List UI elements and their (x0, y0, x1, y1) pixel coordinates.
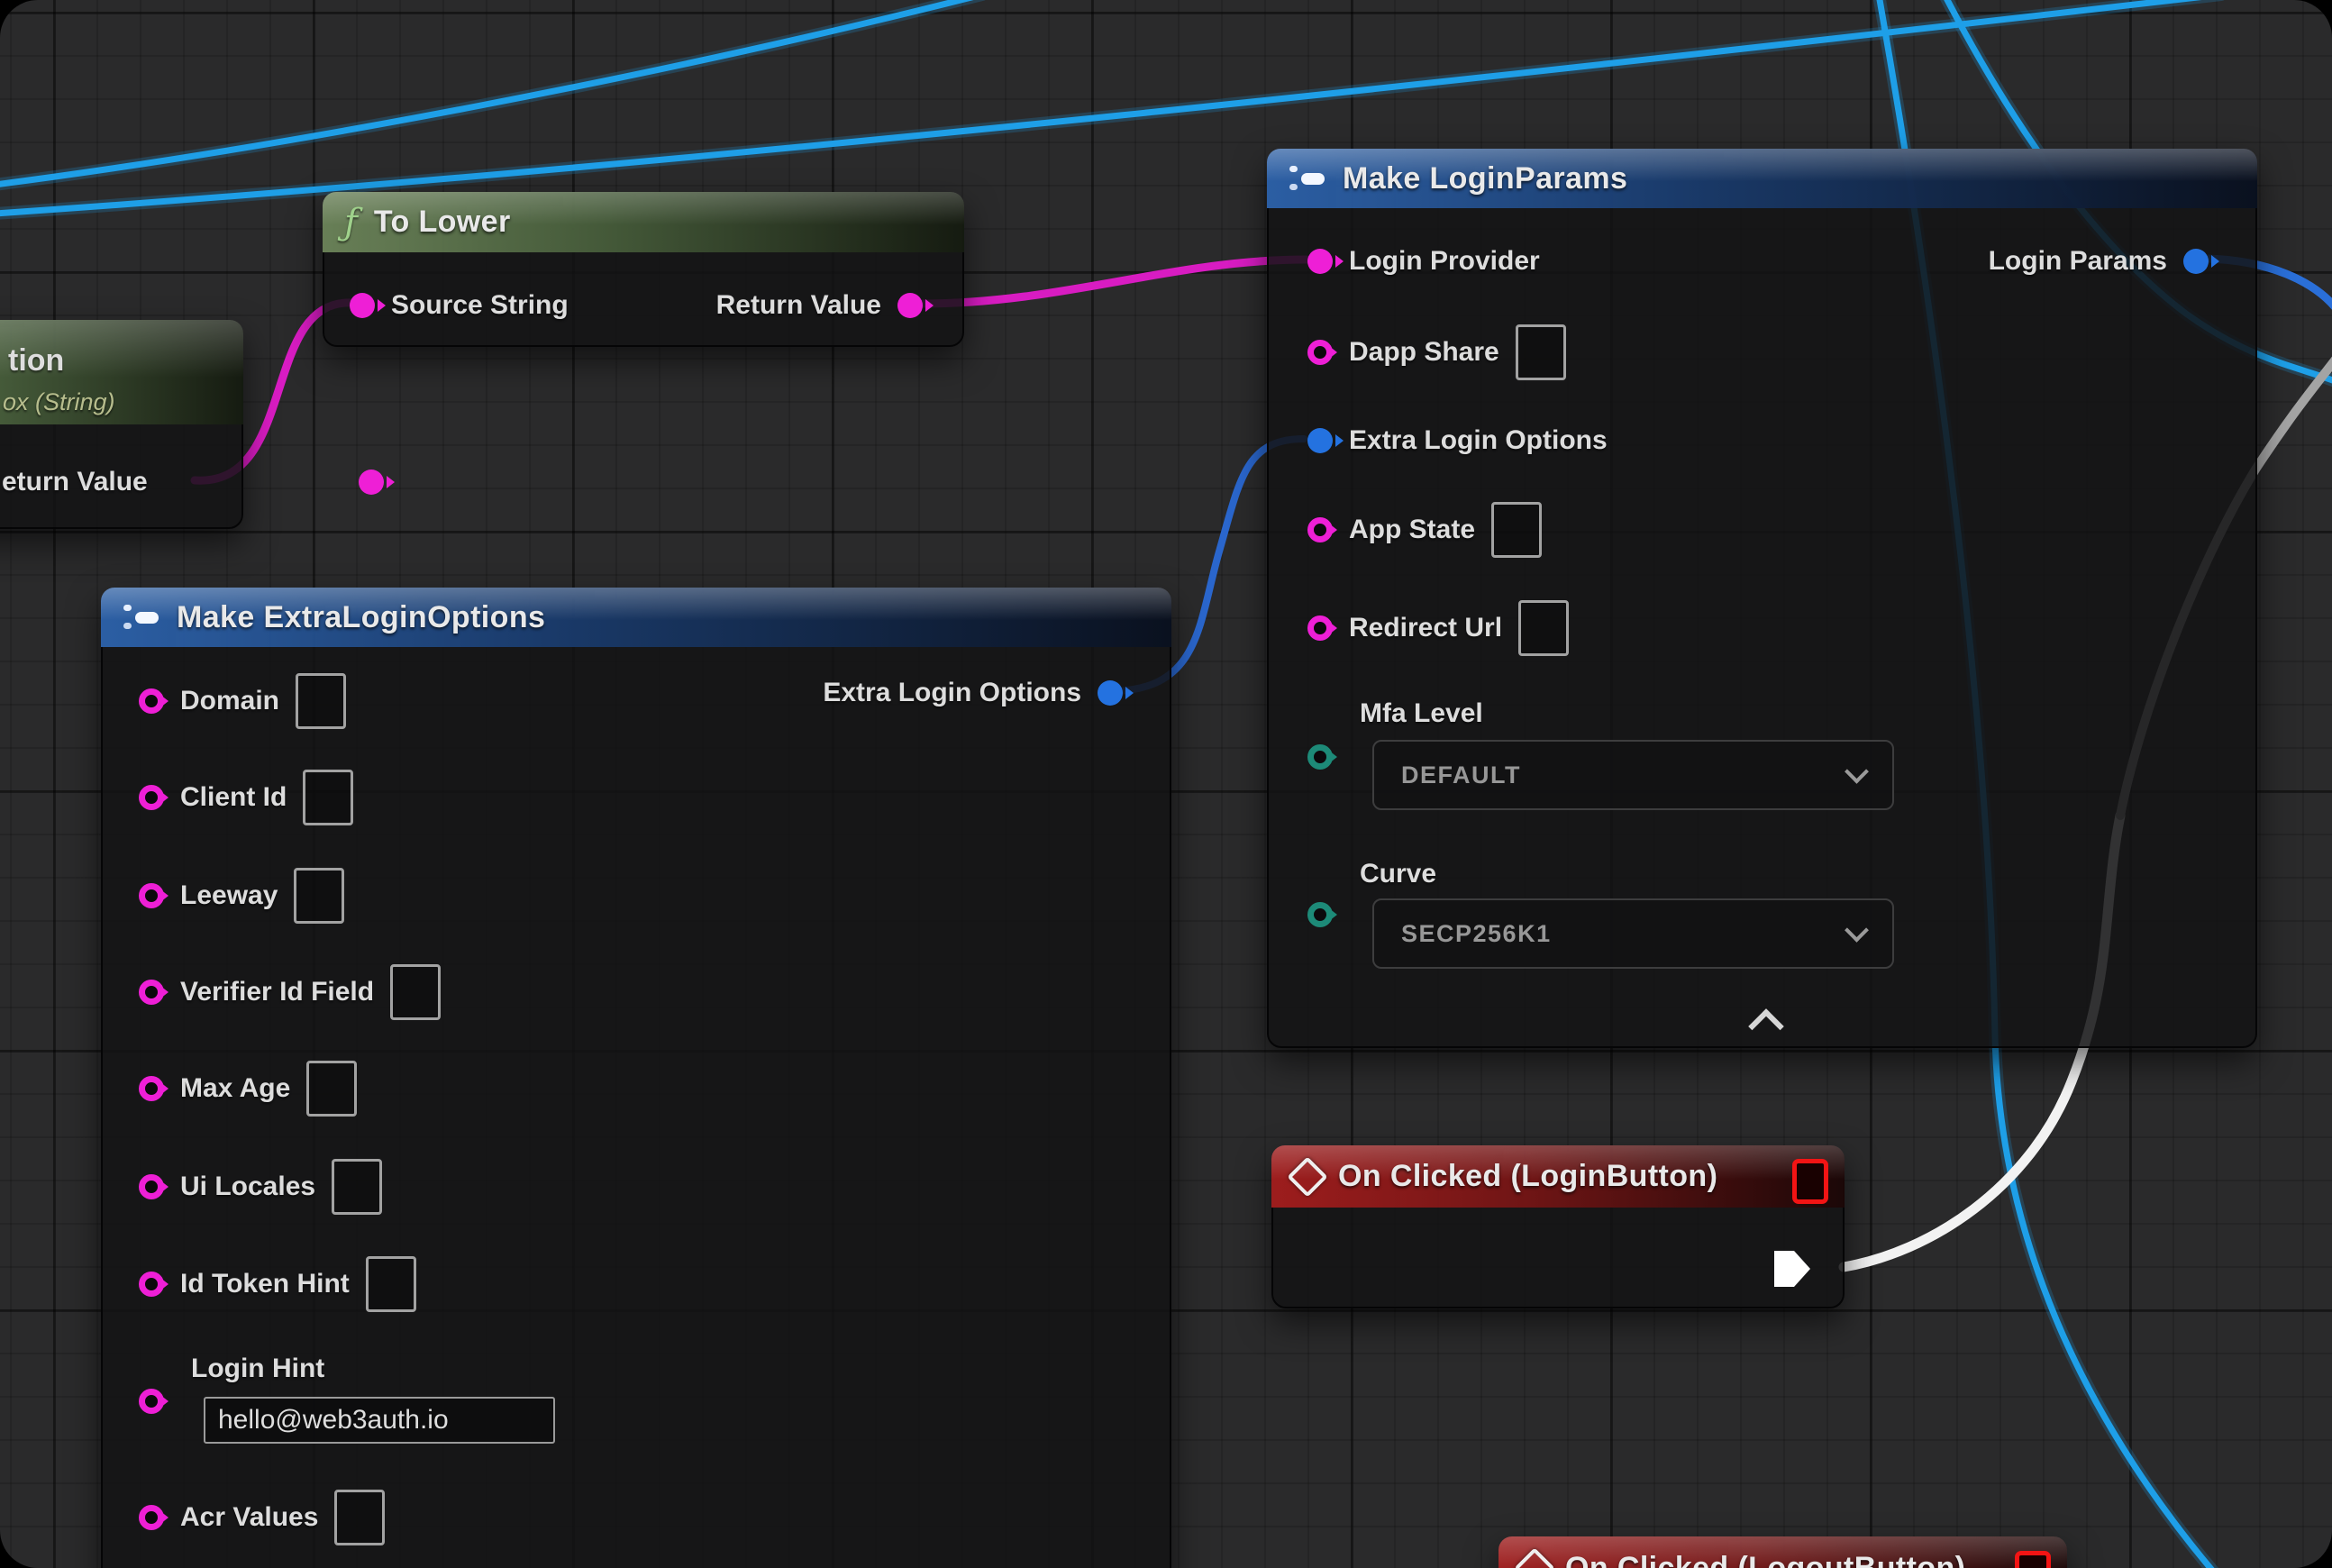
return-value-label: eturn Value (2, 467, 148, 497)
node-header[interactable]: ƒ To Lower (323, 192, 964, 252)
event-binding-icon[interactable] (1792, 1159, 1828, 1204)
event-icon (1287, 1156, 1327, 1197)
ui-locales-label: Ui Locales (180, 1171, 315, 1202)
leeway-label: Leeway (180, 880, 278, 911)
node-on-clicked-login-button[interactable]: On Clicked (LoginButton) (1271, 1145, 1845, 1308)
node-header[interactable]: On Clicked (LoginButton) (1271, 1145, 1845, 1208)
node-title: Make ExtraLoginOptions (177, 600, 545, 635)
dapp-share-label: Dapp Share (1349, 337, 1499, 368)
return-value-pin[interactable] (359, 469, 384, 495)
return-value-pin[interactable] (897, 293, 923, 318)
node-title: To Lower (374, 205, 511, 240)
login-provider-pin[interactable] (1307, 249, 1333, 274)
client-id-label: Client Id (180, 782, 287, 813)
login-hint-pin[interactable] (139, 1389, 164, 1414)
mfa-level-pin[interactable] (1307, 744, 1333, 770)
client-id-pin[interactable] (139, 785, 164, 810)
redirect-url-label: Redirect Url (1349, 613, 1502, 643)
max-age-label: Max Age (180, 1073, 290, 1104)
extra-login-options-in-pin[interactable] (1307, 428, 1333, 453)
login-hint-label: Login Hint (191, 1354, 324, 1384)
acr-values-checkbox[interactable] (334, 1490, 385, 1545)
node-to-lower[interactable]: ƒ To Lower Source String Return Value (323, 192, 964, 347)
curve-dropdown[interactable]: SECP256K1 (1372, 898, 1894, 969)
login-params-out-label: Login Params (1989, 246, 2167, 277)
curve-pin[interactable] (1307, 902, 1333, 927)
dapp-share-checkbox[interactable] (1516, 324, 1566, 380)
event-binding-icon[interactable] (2015, 1551, 2051, 1568)
node-title-fragment: tion (8, 343, 64, 378)
max-age-checkbox[interactable] (306, 1061, 357, 1117)
verifier-id-field-checkbox[interactable] (390, 964, 441, 1020)
make-struct-icon (123, 601, 160, 634)
node-header[interactable]: Make ExtraLoginOptions (101, 588, 1171, 647)
source-string-pin[interactable] (350, 293, 375, 318)
leeway-pin[interactable] (139, 883, 164, 908)
collapse-chevron-icon[interactable] (1748, 1008, 1784, 1044)
node-title: On Clicked (LoginButton) (1338, 1159, 1717, 1194)
node-make-login-params[interactable]: Make LoginParams Login Params Login Prov… (1267, 149, 2257, 1048)
domain-checkbox[interactable] (296, 673, 346, 729)
domain-pin[interactable] (139, 688, 164, 714)
acr-values-label: Acr Values (180, 1502, 318, 1533)
node-subtitle-fragment: ox (String) (3, 388, 115, 416)
leeway-checkbox[interactable] (294, 868, 344, 924)
login-params-out-pin[interactable] (2183, 249, 2209, 274)
app-state-checkbox[interactable] (1491, 502, 1542, 558)
node-on-clicked-logout-button[interactable]: On Clicked (LogoutButton) (1498, 1536, 2067, 1568)
chevron-down-icon (1845, 759, 1869, 783)
make-struct-icon (1289, 162, 1326, 195)
event-icon (1514, 1547, 1554, 1568)
node-title: On Clicked (LogoutButton) (1565, 1551, 1965, 1568)
string-wire (921, 260, 1307, 304)
mfa-level-value: DEFAULT (1401, 761, 1521, 789)
verifier-id-field-pin[interactable] (139, 980, 164, 1005)
extra-login-options-in-label: Extra Login Options (1349, 425, 1608, 456)
client-id-checkbox[interactable] (303, 770, 353, 825)
exec-out-pin[interactable] (1771, 1249, 1814, 1289)
extra-login-options-out-pin[interactable] (1098, 680, 1123, 706)
login-provider-label: Login Provider (1349, 246, 1540, 277)
chevron-down-icon (1845, 917, 1869, 942)
login-hint-input[interactable] (204, 1397, 555, 1444)
ui-locales-pin[interactable] (139, 1174, 164, 1199)
id-token-hint-label: Id Token Hint (180, 1269, 350, 1299)
id-token-hint-pin[interactable] (139, 1272, 164, 1297)
redirect-url-pin[interactable] (1307, 615, 1333, 641)
return-value-label: Return Value (716, 290, 881, 321)
verifier-id-field-label: Verifier Id Field (180, 977, 374, 1007)
node-title: Make LoginParams (1343, 161, 1627, 196)
domain-label: Domain (180, 686, 279, 716)
mfa-level-label: Mfa Level (1360, 698, 1483, 729)
max-age-pin[interactable] (139, 1076, 164, 1101)
acr-values-pin[interactable] (139, 1505, 164, 1530)
node-header[interactable]: Make LoginParams (1267, 149, 2257, 208)
source-string-label: Source String (391, 290, 569, 321)
node-header[interactable]: On Clicked (LogoutButton) (1498, 1536, 2067, 1568)
redirect-url-checkbox[interactable] (1518, 600, 1569, 656)
node-make-extra-login-options[interactable]: Make ExtraLoginOptions Extra Login Optio… (101, 588, 1171, 1568)
id-token-hint-checkbox[interactable] (366, 1256, 416, 1312)
curve-value: SECP256K1 (1401, 920, 1552, 948)
ui-locales-checkbox[interactable] (332, 1159, 382, 1215)
app-state-label: App State (1349, 515, 1475, 545)
mfa-level-dropdown[interactable]: DEFAULT (1372, 740, 1894, 810)
blueprint-graph-canvas[interactable]: tion ox (String) eturn Value ƒ To Lower … (0, 0, 2332, 1568)
dapp-share-pin[interactable] (1307, 340, 1333, 365)
extra-login-options-out-label: Extra Login Options (823, 678, 1081, 708)
function-icon: ƒ (344, 202, 358, 243)
curve-label: Curve (1360, 859, 1436, 889)
node-text-function-partial[interactable]: tion ox (String) eturn Value (0, 320, 243, 529)
app-state-pin[interactable] (1307, 517, 1333, 542)
